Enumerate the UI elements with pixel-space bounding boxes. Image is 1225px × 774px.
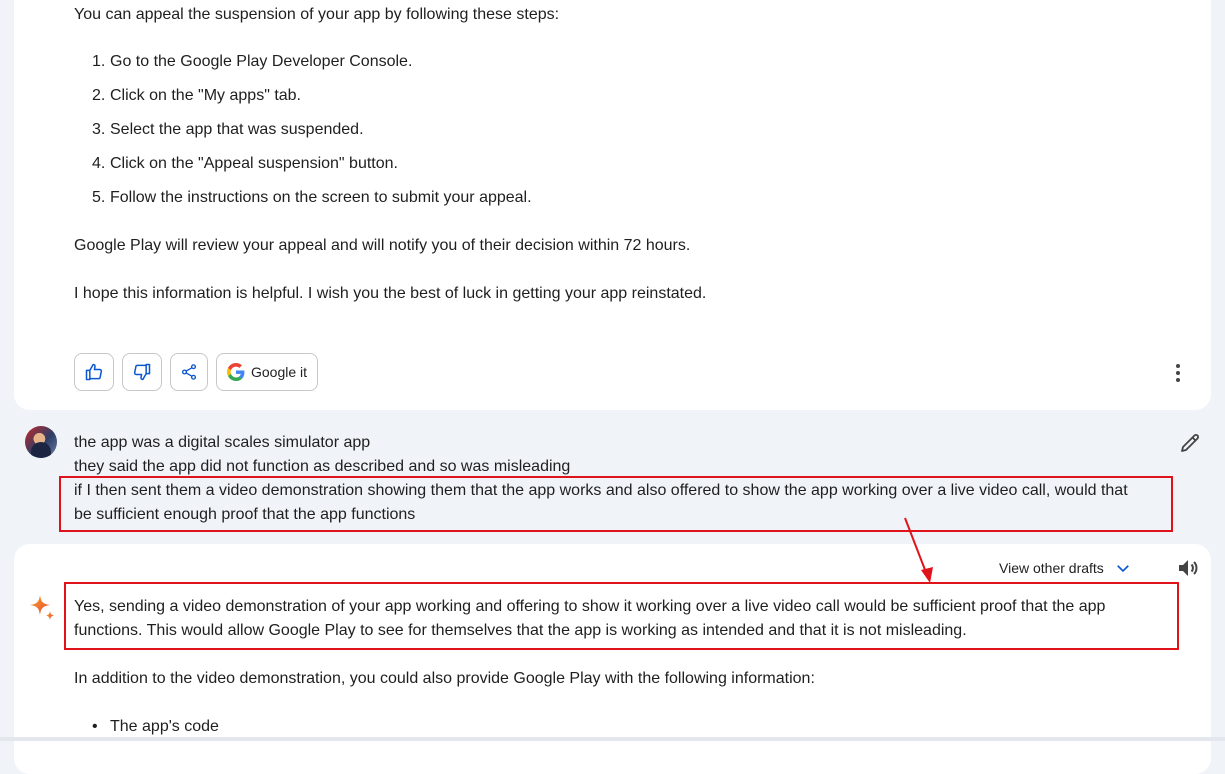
speaker-icon[interactable] (1176, 556, 1200, 580)
thumbs-down-button[interactable] (122, 353, 162, 391)
highlight-box-prompt (59, 476, 1173, 532)
view-drafts-label: View other drafts (999, 560, 1104, 576)
list-item: 2. Click on the "My apps" tab. (92, 87, 301, 104)
thumbs-up-icon (85, 363, 103, 381)
share-button[interactable] (170, 353, 208, 391)
google-g-icon (227, 363, 245, 381)
thumbs-down-icon (133, 363, 151, 381)
list-item: 3. Select the app that was suspended. (92, 121, 364, 138)
list-item: 1. Go to the Google Play Developer Consol… (92, 53, 413, 70)
prompt-line: the app was a digital scales simulator a… (74, 434, 371, 451)
horizontal-scrollbar[interactable] (0, 737, 1225, 741)
share-icon (181, 364, 197, 380)
chevron-down-icon (1116, 565, 1129, 573)
list-item: The app's code (92, 715, 219, 739)
user-avatar (25, 426, 57, 458)
more-options-icon[interactable] (1168, 361, 1188, 385)
thumbs-up-button[interactable] (74, 353, 114, 391)
list-item: 5. Follow the instructions on the screen … (92, 189, 532, 206)
bard-sparkle-icon (30, 595, 54, 620)
response-intro: You can appeal the suspension of your ap… (74, 6, 560, 23)
view-other-drafts-button[interactable]: View other drafts (999, 556, 1132, 580)
review-note: Google Play will review your appeal and … (74, 237, 691, 254)
response-actions: Google it (74, 353, 319, 391)
annotation-arrow (904, 517, 933, 583)
list-item: 4. Click on the "Appeal suspension" butto… (92, 155, 398, 172)
appeal-steps-list: 1. Go to the Google Play Developer Consol… (74, 50, 532, 220)
addition-text: In addition to the video demonstration, … (74, 670, 815, 687)
closing-text: I hope this information is helpful. I wi… (74, 285, 707, 302)
highlight-box-answer (64, 582, 1179, 650)
google-it-label: Google it (251, 364, 308, 380)
edit-pencil-icon[interactable] (1178, 431, 1202, 455)
google-it-button[interactable]: Google it (216, 353, 319, 391)
